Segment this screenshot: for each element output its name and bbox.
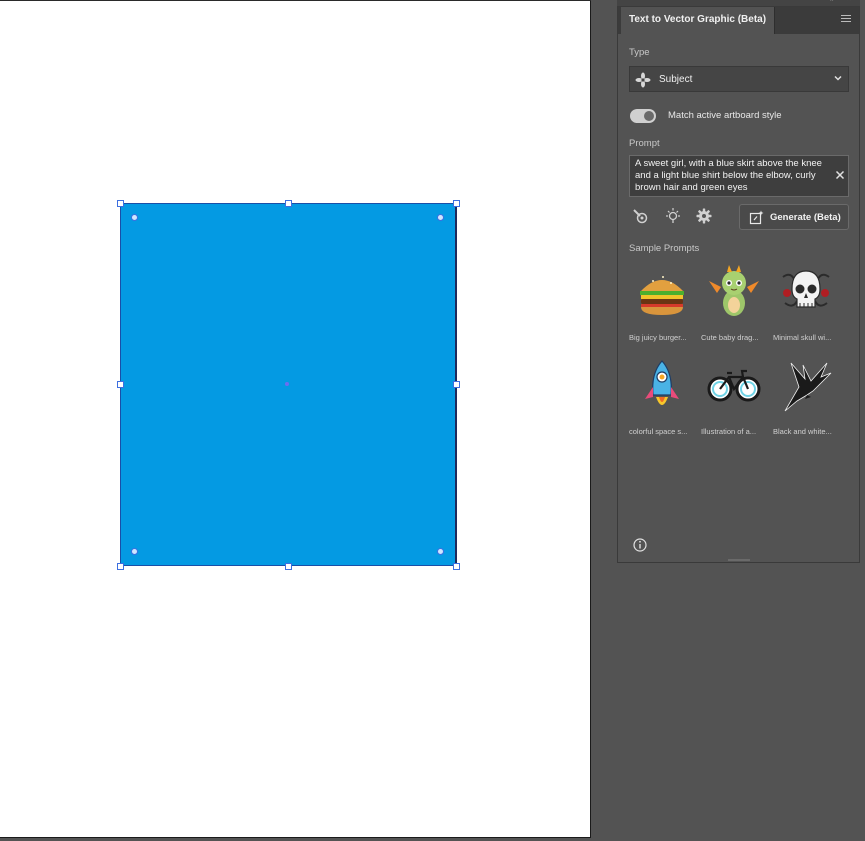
- sample-caption: Minimal skull wi...: [773, 333, 832, 342]
- resize-handle-bottom[interactable]: [285, 563, 292, 570]
- match-style-toggle[interactable]: [630, 109, 656, 123]
- resize-handle-top[interactable]: [285, 200, 292, 207]
- dragon-thumbnail: [709, 265, 759, 316]
- sample-caption: Black and white...: [773, 427, 832, 436]
- artboard[interactable]: [0, 0, 591, 838]
- chevron-down-icon: [834, 75, 842, 81]
- sample-caption: Big juicy burger...: [629, 333, 687, 342]
- resize-handle-bottom-right[interactable]: [453, 563, 460, 570]
- artboard-border: [0, 0, 591, 1]
- settings-gear-icon[interactable]: [695, 207, 713, 225]
- resize-handle-top-left[interactable]: [117, 200, 124, 207]
- corner-radius-widget[interactable]: [437, 548, 444, 555]
- corner-radius-widget[interactable]: [437, 214, 444, 221]
- info-icon[interactable]: [633, 538, 647, 552]
- collapse-icon[interactable]: «: [829, 0, 833, 3]
- rocket-thumbnail: [645, 360, 679, 405]
- type-dropdown[interactable]: Subject: [629, 66, 849, 92]
- sample-prompt-burger[interactable]: Big juicy burger...: [629, 263, 695, 343]
- sample-prompt-dragon[interactable]: Cute baby drag...: [701, 263, 767, 343]
- panel-menu-icon[interactable]: [841, 13, 853, 25]
- generate-button[interactable]: Generate (Beta): [739, 204, 849, 230]
- style-picker-icon[interactable]: [631, 207, 649, 225]
- clear-prompt-icon[interactable]: [835, 170, 845, 180]
- match-style-label: Match active artboard style: [668, 110, 782, 121]
- close-icon[interactable]: ×: [847, 0, 852, 3]
- bicycle-thumbnail: [707, 369, 761, 402]
- type-value: Subject: [659, 74, 693, 85]
- center-point: [285, 382, 289, 386]
- sample-prompt-rocket[interactable]: colorful space s...: [629, 357, 695, 437]
- skull-thumbnail: [782, 270, 830, 308]
- sample-caption: Illustration of a...: [701, 427, 757, 436]
- resize-handle-right[interactable]: [453, 381, 460, 388]
- resize-handle-bottom-left[interactable]: [117, 563, 124, 570]
- generate-label: Generate (Beta): [770, 212, 841, 223]
- sample-caption: colorful space s...: [629, 427, 688, 436]
- text-to-vector-panel: Text to Vector Graphic (Beta) Type Subje…: [617, 6, 860, 563]
- corner-radius-widget[interactable]: [131, 214, 138, 221]
- burger-thumbnail: [640, 276, 684, 315]
- resize-handle-top-right[interactable]: [453, 200, 460, 207]
- resize-handle-left[interactable]: [117, 381, 124, 388]
- sample-prompt-bird[interactable]: Black and white...: [773, 357, 839, 437]
- bird-thumbnail: [784, 362, 832, 412]
- prompt-textarea[interactable]: A sweet girl, with a blue skirt above th…: [629, 155, 849, 197]
- sample-caption: Cute baby drag...: [701, 333, 759, 342]
- panel-resize-grip[interactable]: [728, 559, 750, 561]
- lightbulb-icon[interactable]: [664, 207, 682, 225]
- toggle-knob: [644, 111, 654, 121]
- sample-prompt-skull[interactable]: Minimal skull wi...: [773, 263, 839, 343]
- subject-icon: [635, 72, 651, 88]
- generate-sparkle-icon: [749, 210, 764, 225]
- corner-radius-widget[interactable]: [131, 548, 138, 555]
- panel-tabbar: Text to Vector Graphic (Beta): [618, 7, 859, 34]
- sample-prompt-bicycle[interactable]: Illustration of a...: [701, 357, 767, 437]
- sample-prompts-label: Sample Prompts: [629, 243, 700, 254]
- prompt-label: Prompt: [629, 138, 660, 149]
- tab-text-to-vector[interactable]: Text to Vector Graphic (Beta): [621, 7, 776, 34]
- type-label: Type: [629, 47, 650, 58]
